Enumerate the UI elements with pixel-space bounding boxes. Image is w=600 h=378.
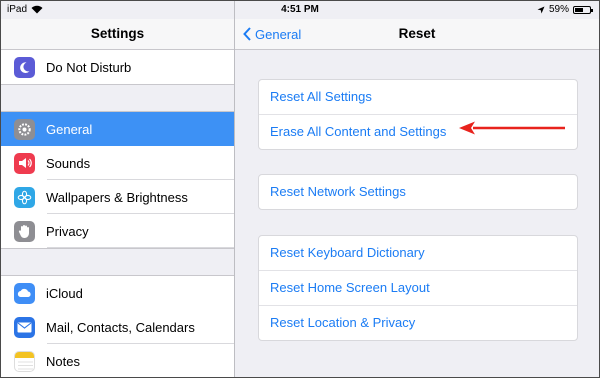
sidebar-item-label: General <box>46 121 93 137</box>
notes-icon <box>14 350 35 372</box>
battery-percentage: 59% <box>548 4 569 15</box>
annotation-arrow-icon <box>459 121 565 135</box>
location-arrow-icon <box>537 6 545 13</box>
hand-icon <box>14 220 35 242</box>
sidebar-item-notes[interactable]: Notes <box>1 344 234 377</box>
sidebar-item-privacy[interactable]: Privacy <box>1 214 234 248</box>
mail-icon <box>14 316 35 338</box>
reset-home-screen-layout-button[interactable]: Reset Home Screen Layout <box>259 270 577 305</box>
cloud-icon <box>14 282 35 304</box>
sidebar-item-label: Privacy <box>46 223 89 239</box>
sidebar-item-sounds[interactable]: Sounds <box>1 146 234 180</box>
sidebar-item-label: iCloud <box>46 285 83 301</box>
sidebar-group-3: iCloud Mail, Contacts, Calendars Notes <box>1 275 234 377</box>
sidebar-group-2: General Sounds Wallpapers & Brightness P… <box>1 111 234 249</box>
speaker-icon <box>14 152 35 174</box>
reset-detail-pane: General Reset Reset All Settings Erase A… <box>235 1 599 377</box>
flower-icon <box>14 186 35 208</box>
sidebar-title: Settings <box>1 19 234 50</box>
sidebar-item-general[interactable]: General <box>1 112 234 146</box>
status-bar: iPad 4:51 PM 59% <box>1 1 599 19</box>
reset-location-privacy-button[interactable]: Reset Location & Privacy <box>259 305 577 340</box>
sidebar-item-mail-contacts-calendars[interactable]: Mail, Contacts, Calendars <box>1 310 234 344</box>
reset-section-3: Reset Keyboard Dictionary Reset Home Scr… <box>258 235 578 341</box>
sidebar-item-icloud[interactable]: iCloud <box>1 276 234 310</box>
reset-section-1: Reset All Settings Erase All Content and… <box>258 79 578 150</box>
sidebar-item-label: Do Not Disturb <box>46 59 132 75</box>
sidebar-item-do-not-disturb[interactable]: Do Not Disturb <box>1 50 234 84</box>
sidebar-item-label: Wallpapers & Brightness <box>46 189 188 205</box>
sidebar-item-label: Mail, Contacts, Calendars <box>46 319 195 335</box>
reset-section-2: Reset Network Settings <box>258 174 578 210</box>
reset-all-settings-button[interactable]: Reset All Settings <box>259 80 577 114</box>
reset-network-settings-button[interactable]: Reset Network Settings <box>259 175 577 209</box>
sidebar-item-label: Sounds <box>46 155 91 171</box>
battery-icon <box>573 5 593 14</box>
sidebar-group-1: Do Not Disturb <box>1 49 234 85</box>
reset-keyboard-dictionary-button[interactable]: Reset Keyboard Dictionary <box>259 236 577 270</box>
ipad-screen: Settings Do Not Disturb General Sounds W… <box>0 0 600 378</box>
navigation-bar: General Reset <box>235 19 599 50</box>
page-title: Reset <box>398 26 436 41</box>
gear-icon <box>14 118 35 140</box>
status-time: 4:51 PM <box>281 4 319 15</box>
sidebar-item-wallpapers-brightness[interactable]: Wallpapers & Brightness <box>1 180 234 214</box>
sidebar-item-label: Notes <box>46 353 80 369</box>
settings-sidebar: Settings Do Not Disturb General Sounds W… <box>1 1 235 377</box>
moon-icon <box>14 56 35 78</box>
